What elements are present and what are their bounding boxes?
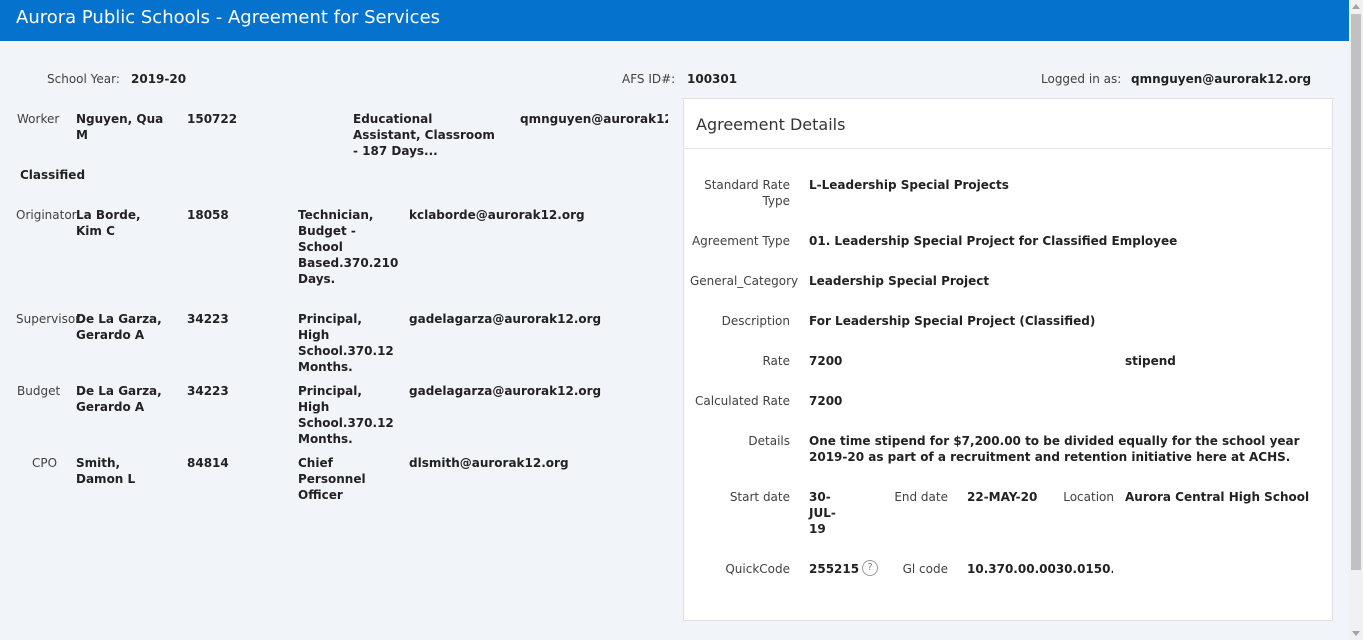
worker-title: Educational Assistant, Classroom - 187 D… (353, 112, 495, 158)
vertical-scrollbar[interactable] (1349, 0, 1363, 640)
gl-code-value: 10.370.00.0030.0150.415.0 (967, 562, 1113, 576)
person-name: De La Garza, Gerardo A (76, 384, 162, 414)
details-value: One time stipend for $7,200.00 to be div… (809, 434, 1300, 464)
worker-classification: Classified (20, 168, 86, 182)
end-date-value: 22-MAY-20 (967, 490, 1038, 504)
location-value: Aurora Central High School (1125, 490, 1310, 504)
worker-label: Worker (17, 112, 60, 126)
person-id: 34223 (187, 384, 229, 398)
gl-code-label: Gl code (902, 562, 948, 576)
calculated-rate-value: 7200 (809, 394, 843, 408)
general-category-label: General_Category (690, 274, 799, 288)
general-category-value: Leadership Special Project (809, 274, 990, 288)
person-role: Budget (17, 384, 61, 398)
agreement-type-value: 01. Leadership Special Project for Class… (809, 234, 1178, 248)
logged-in-label: Logged in as: (1041, 72, 1122, 86)
person-name: La Borde, Kim C (76, 208, 141, 238)
person-name: Smith, Damon L (76, 456, 136, 486)
school-year-value: 2019-20 (131, 72, 187, 86)
rate-unit-value: stipend (1125, 354, 1176, 368)
scroll-up-arrow-icon[interactable] (1352, 4, 1360, 9)
agreement-type-label: Agreement Type (691, 234, 790, 248)
app-title: Aurora Public Schools - Agreement for Se… (16, 7, 441, 28)
worker-email: qmnguyen@aurorak12.org (520, 112, 668, 126)
person-title: Chief Personnel Officer (298, 456, 366, 502)
person-role: Supervisor (16, 312, 81, 326)
panel-title: Agreement Details (696, 115, 846, 134)
school-year-label: School Year: (47, 72, 120, 86)
person-email: kclaborde@aurorak12.org (409, 208, 585, 222)
afs-id-value: 100301 (687, 72, 738, 86)
worker-id: 150722 (187, 112, 238, 126)
person-title: Principal, High School.370.12 Months. (298, 312, 394, 374)
calculated-rate-label: Calculated Rate (695, 394, 790, 408)
person-id: 18058 (187, 208, 229, 222)
logged-in-user: qmnguyen@aurorak12.org (1131, 72, 1312, 86)
person-role: Originator (16, 208, 77, 222)
panel-header: Agreement Details (684, 99, 1332, 149)
quickcode-value: 255215 (809, 562, 860, 576)
standard-rate-type-value: L-Leadership Special Projects (809, 178, 1009, 192)
description-value: For Leadership Special Project (Classifi… (809, 314, 1096, 328)
standard-rate-type-label: Standard Rate Type (704, 178, 790, 208)
person-title: Technician, Budget - School Based.370.21… (298, 208, 399, 286)
description-label: Description (721, 314, 790, 328)
person-name: De La Garza, Gerardo A (76, 312, 162, 342)
quickcode-label: QuickCode (725, 562, 790, 576)
afs-id-label: AFS ID#: (622, 72, 676, 86)
person-title: Principal, High School.370.12 Months. (298, 384, 394, 446)
worker-name: Nguyen, Qua M (76, 112, 164, 142)
rate-value: 7200 (809, 354, 843, 368)
app-header: Aurora Public Schools - Agreement for Se… (0, 0, 1349, 41)
location-label: Location (1063, 490, 1114, 504)
person-email: gadelagarza@aurorak12.org (409, 312, 602, 326)
scroll-down-arrow-icon[interactable] (1352, 631, 1360, 636)
end-date-label: End date (894, 490, 948, 504)
person-email: dlsmith@aurorak12.org (409, 456, 569, 470)
start-date-value: 30-JUL-19 (809, 490, 836, 536)
rate-label: Rate (762, 354, 790, 368)
scrollbar-thumb[interactable] (1351, 14, 1361, 570)
person-role: CPO (32, 456, 58, 470)
person-email: gadelagarza@aurorak12.org (409, 384, 602, 398)
details-label: Details (748, 434, 790, 448)
person-id: 84814 (187, 456, 229, 470)
person-id: 34223 (187, 312, 229, 326)
help-icon[interactable]: ? (862, 560, 878, 576)
start-date-label: Start date (729, 490, 790, 504)
